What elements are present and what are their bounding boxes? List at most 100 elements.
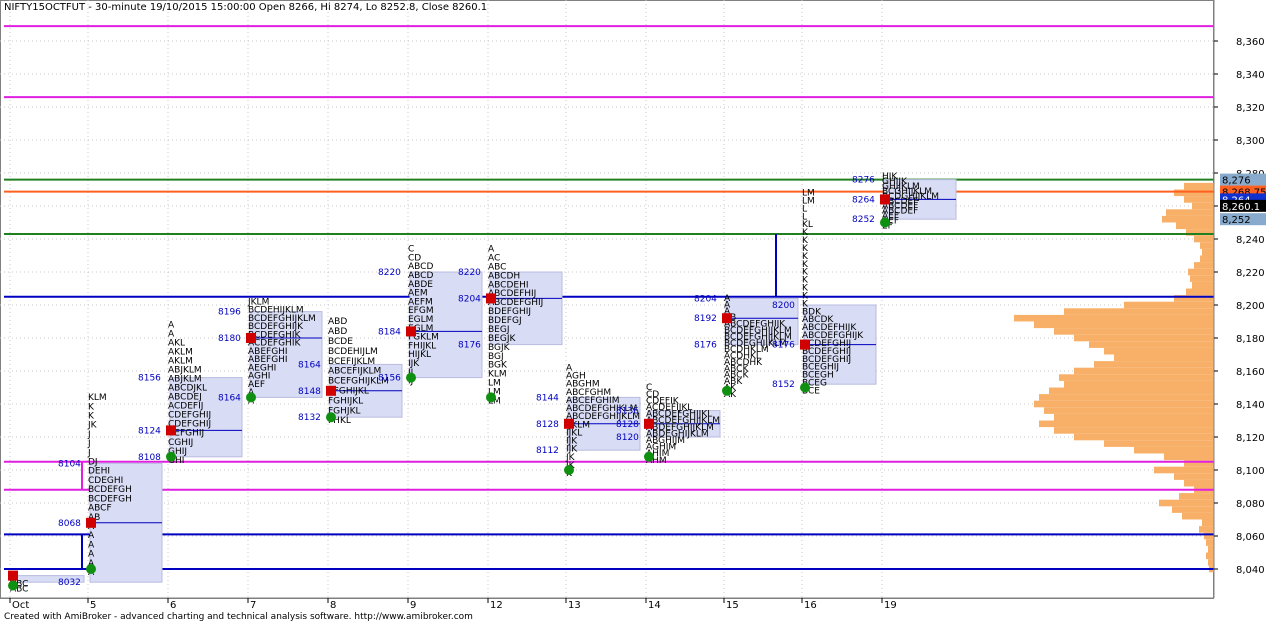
price-badge: 8,260.1 [1220,199,1266,213]
x-tick-label: 15 [726,600,739,611]
volume-bar [1186,288,1214,296]
volume-bar [1176,222,1214,230]
x-tick-label: 12 [490,600,503,611]
volume-bar [1202,248,1214,256]
profile-price-label: 8120 [616,433,639,443]
volume-bar [1192,281,1214,289]
volume-bar [1174,473,1214,480]
volume-bar [1199,526,1214,533]
market-profile-chart: AABCABCKLMKKJKJJJDJDEHICDEGHIBCDEFGHBCDE… [0,0,1267,626]
volume-bar [1200,242,1214,249]
tpo-row: ABCEFIJKLM [328,367,381,377]
volume-bar [1039,420,1214,428]
close-marker [722,313,732,324]
volume-bar [1114,354,1214,362]
y-tick-label: 8,060 [1236,532,1265,543]
volume-bar [1054,328,1214,335]
profile-price-label: 8252 [852,215,875,225]
profile-price-label: 8068 [58,519,81,529]
price-badge: 8,252 [1220,213,1266,226]
x-tick-label: 16 [804,600,817,611]
profile-price-label: 8192 [694,314,717,324]
y-tick-label: 8,180 [1236,334,1265,345]
volume-bar [1182,512,1214,520]
x-tick-label: 14 [648,600,661,611]
y-tick-label: 8,320 [1236,103,1265,114]
volume-bar [1074,367,1214,375]
open-marker [246,392,256,403]
open-marker [406,372,416,383]
y-tick-label: 8,040 [1236,565,1265,576]
close-marker [564,418,574,429]
volume-bar [1208,545,1214,553]
open-marker [166,451,176,462]
volume-bar [1064,380,1214,388]
profile-price-label: 8148 [298,387,321,397]
volume-bar [1206,552,1214,560]
y-tick-label: 8,080 [1236,499,1265,510]
profile-price-label: 8196 [218,308,241,318]
open-marker [486,392,496,403]
open-marker [722,385,732,396]
profile-price-label: 8152 [772,380,795,390]
x-tick-label: Oct [12,600,29,611]
x-tick-label: 6 [170,600,176,611]
profile-price-label: 8128 [616,420,639,430]
tpo-row: BCEFIJKLM [328,357,375,367]
volume-bar [1064,308,1214,315]
volume-bar [1094,361,1214,368]
volume-bar [1059,374,1214,381]
open-marker [8,580,18,591]
profile-price-label: 8128 [536,420,559,430]
price-badge: 8,276 [1220,173,1266,187]
profile-price-label: 8180 [218,334,241,344]
volume-bar [1172,506,1214,513]
profile-price-label: 8276 [852,176,875,186]
open-marker [86,564,96,574]
profile-price-label: 8144 [536,393,559,403]
chart-svg: AABCABCKLMKKJKJJJDJDEHICDEGHIBCDEFGHBCDE… [0,0,1267,626]
volume-bar [1184,479,1214,487]
volume-bar [1159,499,1214,507]
volume-bar [1166,209,1214,216]
tpo-row: ABD [328,327,347,337]
volume-bar [1054,427,1214,434]
close-marker [800,339,810,350]
tpo-row: BCDEHIJLM [328,347,378,357]
price-badge-text: 8,252 [1222,215,1251,226]
profile-price-label: 8156 [138,374,161,384]
profile-price-label: 8204 [694,294,717,304]
profile-price-label: 8104 [58,459,81,469]
volume-bar [1074,433,1214,441]
profile-price-label: 8184 [378,327,401,337]
y-tick-label: 8,140 [1236,400,1265,411]
profile-price-label: 8220 [378,268,401,278]
y-tick-label: 8,200 [1236,301,1265,312]
close-marker [486,293,496,304]
volume-bar [1124,301,1214,309]
volume-bar [1194,235,1214,243]
close-marker [8,570,18,581]
profile-price-label: 8108 [138,453,161,463]
close-marker [326,385,336,396]
volume-bar [1134,446,1214,454]
profile-price-label: 8200 [772,301,795,311]
x-tick-label: 8 [330,600,336,611]
volume-bar [1188,268,1214,276]
profile-price-label: 8176 [772,341,795,351]
chart-title: NIFTY15OCTFUT - 30-minute 19/10/2015 15:… [4,2,488,13]
volume-bar [1184,182,1214,190]
volume-bar [1200,255,1214,263]
profile-price-label: 8204 [458,294,481,304]
volume-bar [1164,453,1214,461]
volume-bar [1190,275,1214,282]
volume-bar [1104,440,1214,447]
profile-price-label: 8124 [138,426,161,436]
tpo-row: FGHIJKL [328,396,363,406]
price-axis: 8,040 8,060 8,080 8,100 8,120 8,140 8,160 8,180… [1213,0,1267,626]
profile-price-label: 8220 [458,268,481,278]
volume-bar [1089,341,1214,348]
price-badge-text: 8,260.1 [1222,202,1260,213]
volume-bar [1194,262,1214,269]
volume-bar [1192,202,1214,210]
